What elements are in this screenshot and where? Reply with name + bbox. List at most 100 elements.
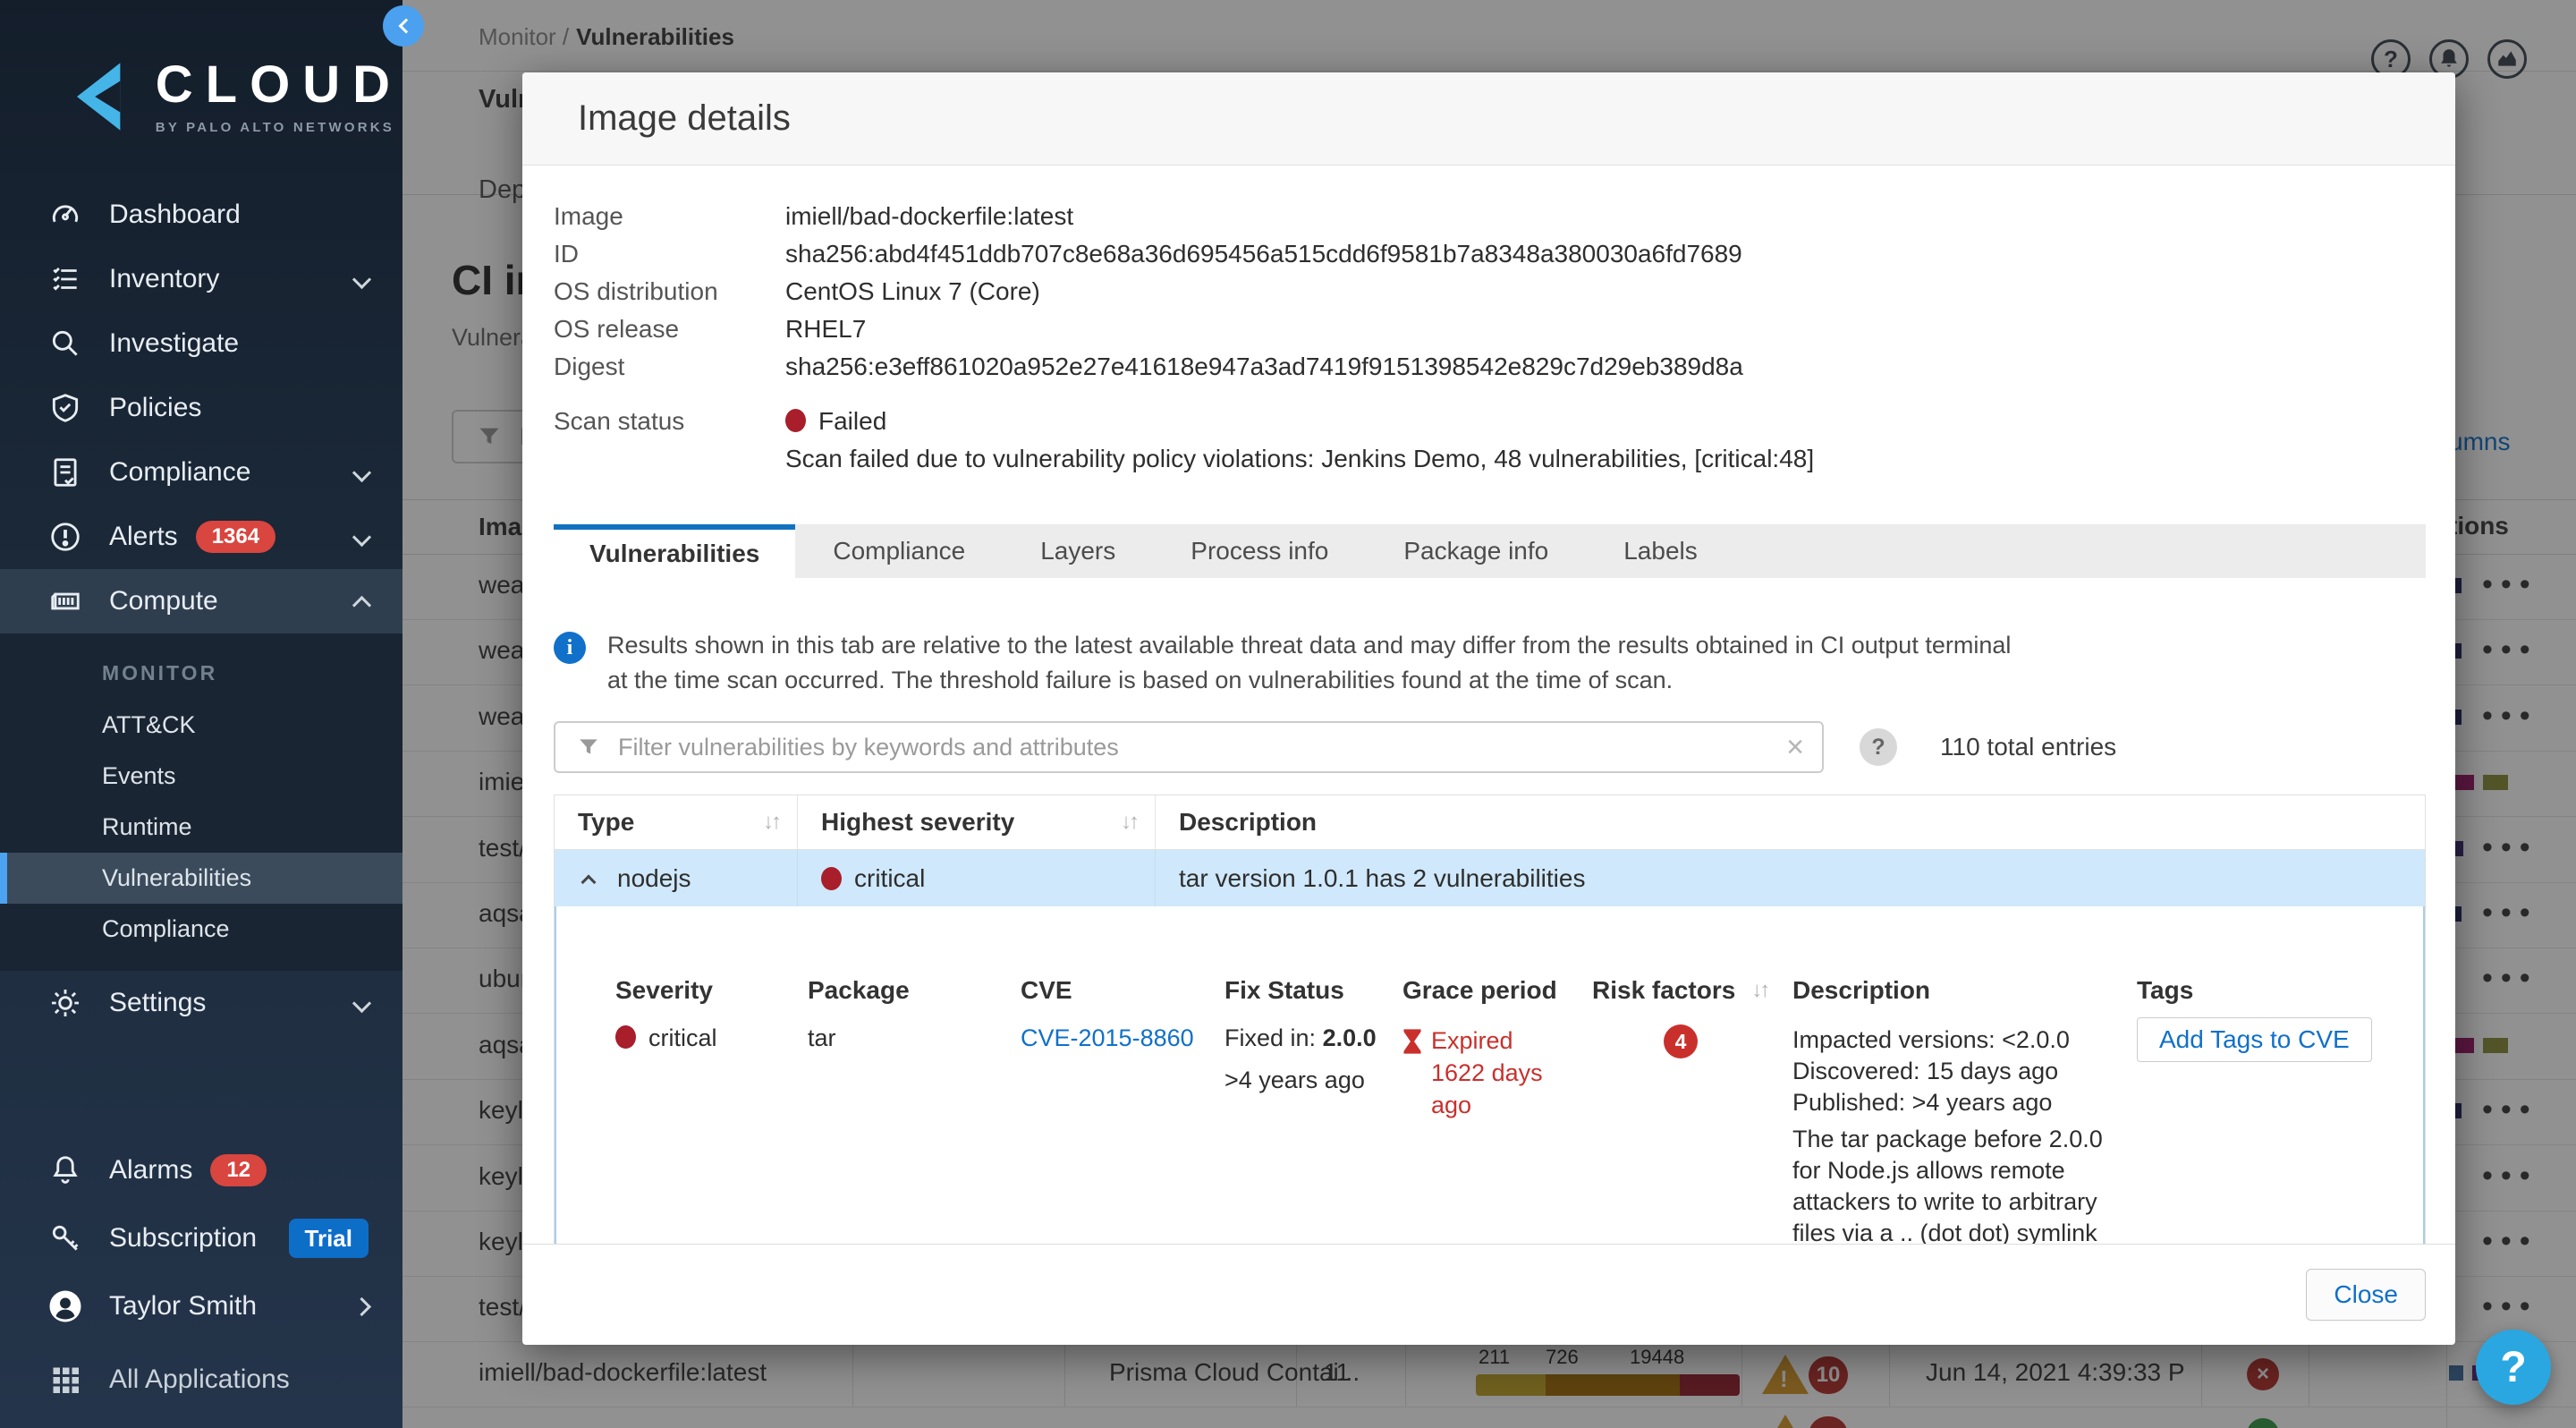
tab-process-info[interactable]: Process info (1153, 524, 1366, 578)
brand-name: CLOUD (156, 59, 402, 111)
add-tags-to-cve-button[interactable]: Add Tags to CVE (2137, 1017, 2372, 1062)
sidebar-item-label: Policies (109, 393, 201, 423)
sidebar-item-label: Alarms (109, 1155, 192, 1186)
cve-description-cell: Impacted versions: <2.0.0 Discovered: 15… (1792, 1024, 2137, 1244)
sidebar-item-label: Dashboard (109, 200, 241, 230)
tab-vulnerabilities[interactable]: Vulnerabilities (554, 524, 795, 578)
row-severity: critical (854, 864, 925, 893)
sort-icon[interactable]: ↓↑ (1121, 810, 1137, 835)
gear-icon (45, 986, 86, 1020)
total-entries: 110 total entries (1940, 733, 2116, 761)
sidebar-item-attck[interactable]: ATT&CK (0, 700, 402, 751)
alarms-count-badge: 12 (210, 1154, 267, 1186)
cve-fix-status-cell: Fixed in: 2.0.0 >4 years ago (1224, 1024, 1402, 1244)
sidebar-item-label: All Applications (109, 1364, 290, 1395)
filter-input[interactable] (618, 734, 1768, 761)
sidebar-item-all-applications[interactable]: All Applications (0, 1340, 402, 1419)
tab-compliance[interactable]: Compliance (795, 524, 1003, 578)
cve-link[interactable]: CVE-2015-8860 (1021, 1024, 1194, 1051)
sidebar-collapse-button[interactable] (383, 5, 424, 47)
risk-factors-badge[interactable]: 4 (1664, 1024, 1698, 1058)
sidebar-item-runtime[interactable]: Runtime (0, 802, 402, 853)
field-value-id: sha256:abd4f451ddb707c8e68a36d695456a515… (785, 235, 1742, 273)
cve-description-text: The tar package before 2.0.0 for Node.js… (1792, 1124, 2121, 1244)
info-line-2: at the time scan occurred. The threshold… (607, 663, 2011, 698)
col-cve: CVE (1021, 976, 1224, 1005)
close-button[interactable]: Close (2306, 1269, 2426, 1321)
sidebar-item-user[interactable]: Taylor Smith (0, 1272, 402, 1340)
app-screen: Monitor /Vulnerabilities ? Vuln Depl CI … (0, 0, 2576, 1428)
tab-layers[interactable]: Layers (1003, 524, 1153, 578)
image-details-modal: Image details Imageimiell/bad-dockerfile… (522, 72, 2455, 1345)
avatar (45, 1288, 86, 1325)
vulnerabilities-table: Type↓↑ Highest severity↓↑ Description no… (554, 795, 2426, 1244)
modal-title: Image details (578, 98, 791, 139)
sidebar-item-alerts[interactable]: Alerts 1364 (0, 505, 402, 569)
sidebar-item-label: Compliance (109, 457, 250, 488)
submenu-section-label: MONITOR (0, 646, 402, 700)
field-value-os-release: RHEL7 (785, 310, 866, 348)
user-name: Taylor Smith (109, 1291, 257, 1322)
sidebar-item-compute[interactable]: Compute (0, 569, 402, 633)
vulnerability-row-nodejs[interactable]: nodejs critical tar version 1.0.1 has 2 … (555, 849, 2425, 906)
bell-icon (45, 1153, 86, 1187)
sidebar-item-dashboard[interactable]: Dashboard (0, 183, 402, 247)
failed-status-dot-icon (785, 409, 806, 432)
shield-icon (45, 391, 86, 425)
hourglass-icon (1402, 1028, 1422, 1055)
info-banner: i Results shown in this tab are relative… (554, 628, 2426, 698)
expanded-cve-panel: Severity Package CVE Fix Status Grace pe… (555, 906, 2425, 1244)
modal-footer: Close (522, 1244, 2455, 1345)
scan-status-label: Scan status (554, 403, 785, 440)
sort-icon[interactable]: ↓↑ (1751, 978, 1767, 1003)
col-description: Description (1792, 976, 2137, 1005)
sidebar-item-compliance[interactable]: Compliance (0, 440, 402, 505)
sidebar-item-label: Investigate (109, 328, 239, 359)
tab-package-info[interactable]: Package info (1366, 524, 1586, 578)
sidebar: CLOUD BY PALO ALTO NETWORKS Dashboard In… (0, 0, 402, 1428)
sidebar-item-vulnerabilities[interactable]: Vulnerabilities (0, 853, 402, 904)
chevron-down-icon (352, 269, 371, 288)
field-label-image: Image (554, 198, 785, 235)
brand-logo[interactable]: CLOUD BY PALO ALTO NETWORKS (0, 0, 402, 183)
col-description: Description (1179, 808, 1317, 837)
discovered: Discovered: 15 days ago (1792, 1056, 2121, 1087)
chevron-down-icon (352, 463, 371, 481)
scan-status-value: Failed (785, 403, 886, 440)
trial-badge: Trial (289, 1219, 369, 1258)
sidebar-item-policies[interactable]: Policies (0, 376, 402, 440)
sidebar-item-compliance-sub[interactable]: Compliance (0, 904, 402, 955)
published: Published: >4 years ago (1792, 1087, 2121, 1118)
modal-body: Imageimiell/bad-dockerfile:latest IDsha2… (522, 166, 2455, 1244)
chevron-down-icon (352, 993, 371, 1012)
funnel-icon (577, 735, 600, 759)
sidebar-item-events[interactable]: Events (0, 751, 402, 802)
alert-circle-icon (45, 520, 86, 554)
sort-icon[interactable]: ↓↑ (763, 810, 779, 835)
alerts-count-badge: 1364 (196, 521, 275, 553)
sidebar-item-alarms[interactable]: Alarms 12 (0, 1136, 402, 1204)
field-value-digest: sha256:e3eff861020a952e27e41618e947a3ad7… (785, 348, 1743, 386)
inventory-list-icon (45, 262, 86, 296)
collapse-row-icon[interactable] (581, 874, 597, 889)
sidebar-item-subscription[interactable]: Subscription Trial (0, 1204, 402, 1272)
sidebar-item-label: Inventory (109, 264, 219, 294)
row-type: nodejs (617, 864, 691, 893)
col-grace-period: Grace period (1402, 976, 1592, 1005)
vulnerability-filter: × (554, 721, 1824, 773)
document-check-icon (45, 455, 86, 489)
col-package: Package (808, 976, 1021, 1005)
sidebar-item-settings[interactable]: Settings (0, 971, 402, 1035)
filter-help-icon[interactable]: ? (1860, 728, 1897, 766)
sidebar-item-inventory[interactable]: Inventory (0, 247, 402, 311)
grace-period-cell: Expired 1622 days ago (1402, 1024, 1572, 1121)
fix-age: >4 years ago (1224, 1067, 1386, 1094)
col-highest-severity: Highest severity (821, 808, 1014, 837)
cve-severity-cell: critical (615, 1024, 808, 1244)
grid-apps-icon (45, 1364, 86, 1396)
clear-filter-icon[interactable]: × (1786, 732, 1804, 762)
help-bubble-button[interactable]: ? (2476, 1330, 2551, 1405)
tab-labels[interactable]: Labels (1586, 524, 1735, 578)
sidebar-item-investigate[interactable]: Investigate (0, 311, 402, 376)
sidebar-item-label: Alerts (109, 522, 178, 552)
